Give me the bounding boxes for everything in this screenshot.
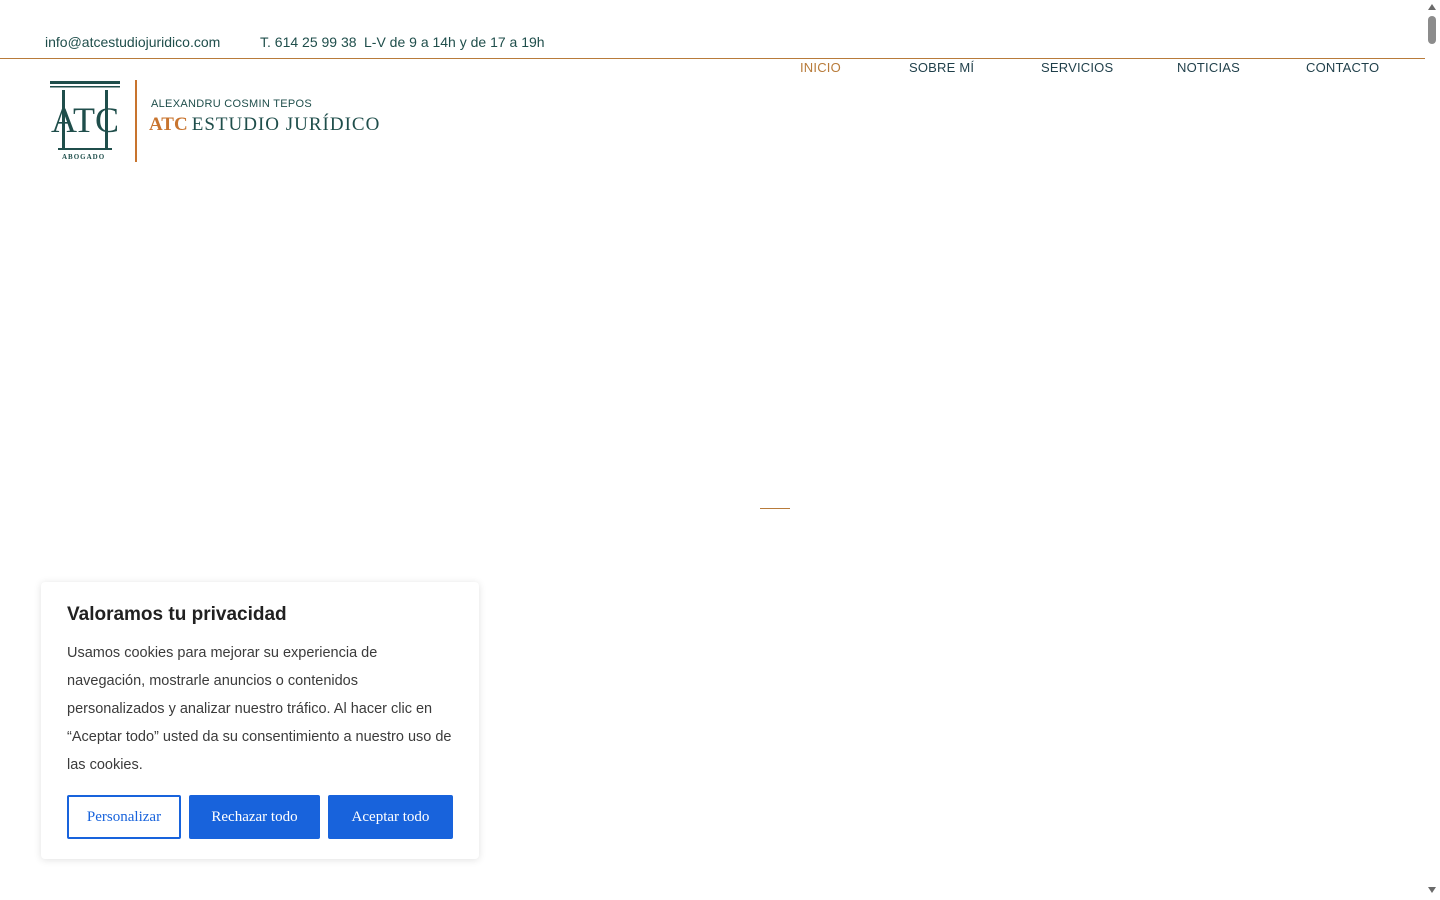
logo-brand: ATC ESTUDIO JURÍDICO: [149, 114, 380, 136]
top-bar: info@atcestudiojuridico.com T. 614 25 99…: [0, 0, 1425, 59]
logo-brand-accent: ATC: [149, 114, 188, 135]
logo-owner-name: ALEXANDRU COSMIN TEPOS: [151, 98, 313, 110]
opening-hours: L-V de 9 a 14h y de 17 a 19h: [364, 34, 545, 50]
logo-mark-text: ATC: [51, 100, 119, 140]
logo-divider: [135, 80, 137, 162]
scroll-down-icon[interactable]: [1428, 887, 1436, 893]
page-scrollbar[interactable]: [1425, 0, 1440, 900]
nav-item-sobre-mi[interactable]: SOBRE MÍ: [909, 60, 974, 75]
contact-phone-link[interactable]: T. 614 25 99 38: [260, 34, 357, 50]
pillar-logo-icon: ATC: [50, 81, 120, 150]
reject-all-button[interactable]: Rechazar todo: [189, 795, 320, 839]
logo-caption: ABOGADO: [62, 153, 106, 161]
nav-item-noticias[interactable]: NOTICIAS: [1177, 60, 1240, 75]
cookie-description: Usamos cookies para mejorar su experienc…: [67, 645, 452, 773]
nav-item-contacto[interactable]: CONTACTO: [1306, 60, 1379, 75]
page-loader-line: [760, 508, 790, 509]
site-logo[interactable]: ATC ABOGADO ALEXANDRU COSMIN TEPOS ATC ES…: [48, 80, 380, 164]
nav-item-servicios[interactable]: SERVICIOS: [1041, 60, 1113, 75]
cookie-title: Valoramos tu privacidad: [67, 604, 287, 625]
scroll-up-icon[interactable]: [1428, 4, 1436, 10]
customize-button[interactable]: Personalizar: [67, 795, 181, 839]
nav-item-inicio[interactable]: INICIO: [800, 60, 841, 75]
contact-email-link[interactable]: info@atcestudiojuridico.com: [45, 34, 220, 50]
scrollbar-thumb[interactable]: [1428, 16, 1436, 44]
logo-brand-text: ESTUDIO JURÍDICO: [191, 114, 381, 135]
cookie-consent-banner: Valoramos tu privacidad Usamos cookies p…: [41, 582, 479, 859]
accept-all-button[interactable]: Aceptar todo: [328, 795, 453, 839]
main-navigation: INICIO SOBRE MÍ SERVICIOS NOTICIAS CONTA…: [0, 60, 1425, 80]
